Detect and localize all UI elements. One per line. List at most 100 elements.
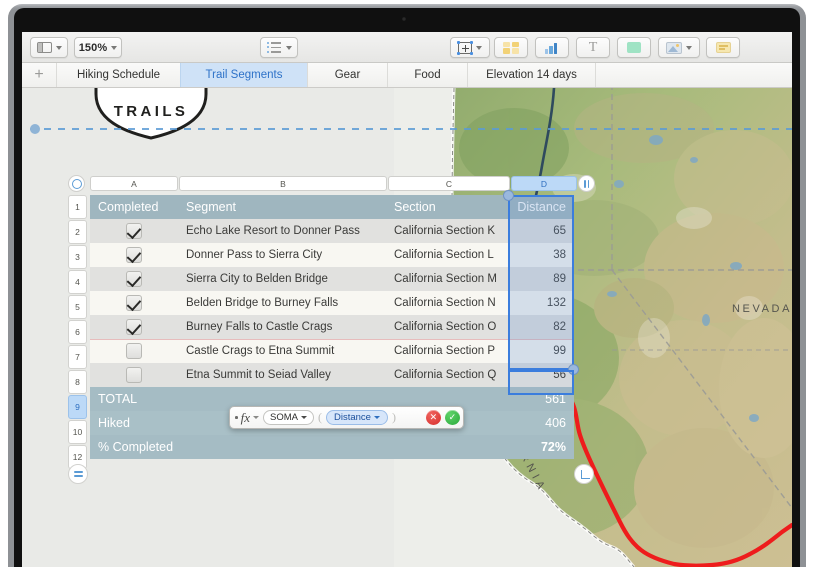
table-resize-handle[interactable] xyxy=(574,464,594,484)
cell-distance[interactable]: 65 xyxy=(508,219,574,243)
row-number-4[interactable]: 4 xyxy=(68,270,87,294)
chevron-down-icon xyxy=(476,45,482,50)
table-row[interactable]: Belden Bridge to Burney Falls California… xyxy=(90,291,574,315)
insert-button[interactable] xyxy=(450,37,490,58)
chevron-down-icon xyxy=(111,45,118,50)
webcam-icon xyxy=(402,17,406,21)
insert-chart-button[interactable] xyxy=(535,37,569,58)
cell-section[interactable]: California Section M xyxy=(386,267,508,291)
view-button[interactable] xyxy=(30,37,68,58)
insert-media-button[interactable] xyxy=(658,37,700,58)
column-header-c[interactable]: C xyxy=(388,176,510,191)
cell-section[interactable]: California Section K xyxy=(386,219,508,243)
footer-value-hiked[interactable]: 406 xyxy=(508,411,574,435)
laptop-device: 150% T + Hiking Schedule Trail Segments … xyxy=(0,0,814,567)
cell-completed[interactable] xyxy=(90,267,178,291)
cell-distance[interactable]: 99 xyxy=(508,339,574,363)
cell-segment[interactable]: Belden Bridge to Burney Falls xyxy=(178,291,386,315)
row-number-7[interactable]: 7 xyxy=(68,345,87,369)
function-name-label: SOMA xyxy=(269,412,298,423)
cell-section[interactable]: California Section N xyxy=(386,291,508,315)
chevron-down-icon[interactable] xyxy=(252,416,259,419)
checkbox-unchecked[interactable] xyxy=(126,343,142,359)
insert-text-button[interactable]: T xyxy=(576,37,610,58)
row-number-5[interactable]: 5 xyxy=(68,295,87,319)
add-sheet-button[interactable]: + xyxy=(22,63,56,87)
table-row[interactable]: Castle Crags to Etna Summit California S… xyxy=(90,339,574,363)
cell-segment[interactable]: Donner Pass to Sierra City xyxy=(178,243,386,267)
cell-completed[interactable] xyxy=(90,339,178,363)
row-number-1[interactable]: 1 xyxy=(68,195,87,219)
cell-distance[interactable]: 38 xyxy=(508,243,574,267)
row-number-6[interactable]: 6 xyxy=(68,320,87,344)
checkbox-unchecked[interactable] xyxy=(126,367,142,383)
checkbox-checked[interactable] xyxy=(126,295,142,311)
comment-icon xyxy=(715,42,731,53)
checkbox-checked[interactable] xyxy=(126,319,142,335)
tab-hiking-schedule[interactable]: Hiking Schedule xyxy=(56,63,180,87)
formula-editor[interactable]: fx SOMA ( Distance ) ✕ ✓ xyxy=(229,406,464,429)
tab-trail-segments[interactable]: Trail Segments xyxy=(180,63,307,87)
function-token[interactable]: SOMA xyxy=(262,410,314,425)
insert-table-button[interactable] xyxy=(494,37,528,58)
cell-distance[interactable]: 82 xyxy=(508,315,574,339)
screen: 150% T + Hiking Schedule Trail Segments … xyxy=(22,32,792,567)
table-row[interactable]: Burney Falls to Castle Crags California … xyxy=(90,315,574,339)
cell-segment[interactable]: Etna Summit to Seiad Valley xyxy=(178,363,386,387)
table-row[interactable]: Echo Lake Resort to Donner Pass Californ… xyxy=(90,219,574,243)
format-list-button[interactable] xyxy=(260,37,298,58)
table-footer-row[interactable]: % Completed 72% xyxy=(90,435,574,459)
cell-completed[interactable] xyxy=(90,291,178,315)
cell-distance[interactable]: 56 xyxy=(508,363,574,387)
column-header-b[interactable]: B xyxy=(179,176,387,191)
trails-logo-text: TRAILS xyxy=(114,103,189,120)
table-select-handle[interactable] xyxy=(68,175,85,192)
sheet-tab-bar: + Hiking Schedule Trail Segments Gear Fo… xyxy=(22,63,792,88)
insert-comment-button[interactable] xyxy=(706,37,740,58)
row-number-8[interactable]: 8 xyxy=(68,370,87,394)
row-number-10[interactable]: 10 xyxy=(68,420,87,444)
column-header-d[interactable]: D xyxy=(511,176,577,191)
column-resize-handle[interactable] xyxy=(578,175,595,192)
table-row[interactable]: Sierra City to Belden Bridge California … xyxy=(90,267,574,291)
checkbox-checked[interactable] xyxy=(126,247,142,263)
footer-value-total[interactable]: 561 xyxy=(508,387,574,411)
argument-token-distance[interactable]: Distance xyxy=(325,410,388,425)
tab-food[interactable]: Food xyxy=(387,63,467,87)
add-rows-button[interactable] xyxy=(68,464,88,484)
zoom-button[interactable]: 150% xyxy=(74,37,122,58)
insert-shape-button[interactable] xyxy=(617,37,651,58)
cell-completed[interactable] xyxy=(90,363,178,387)
fx-group[interactable]: fx xyxy=(235,410,259,426)
cancel-formula-button[interactable]: ✕ xyxy=(425,410,441,425)
cell-segment[interactable]: Echo Lake Resort to Donner Pass xyxy=(178,219,386,243)
cell-section[interactable]: California Section O xyxy=(386,315,508,339)
cell-completed[interactable] xyxy=(90,243,178,267)
chevron-down-icon xyxy=(373,416,380,419)
cell-distance[interactable]: 89 xyxy=(508,267,574,291)
row-number-2[interactable]: 2 xyxy=(68,220,87,244)
table-row[interactable]: Donner Pass to Sierra City California Se… xyxy=(90,243,574,267)
column-header-a[interactable]: A xyxy=(90,176,178,191)
cell-segment[interactable]: Sierra City to Belden Bridge xyxy=(178,267,386,291)
checkbox-checked[interactable] xyxy=(126,271,142,287)
cell-distance[interactable]: 132 xyxy=(508,291,574,315)
cell-section[interactable]: California Section L xyxy=(386,243,508,267)
accept-formula-button[interactable]: ✓ xyxy=(444,410,460,425)
row-number-9[interactable]: 9 xyxy=(68,395,87,419)
cell-segment[interactable]: Castle Crags to Etna Summit xyxy=(178,339,386,363)
tab-gear[interactable]: Gear xyxy=(307,63,387,87)
checkbox-checked[interactable] xyxy=(126,223,142,239)
footer-value-percent-completed[interactable]: 72% xyxy=(508,435,574,459)
tab-elevation-14-days[interactable]: Elevation 14 days xyxy=(467,63,595,87)
cell-section[interactable]: California Section Q xyxy=(386,363,508,387)
cell-completed[interactable] xyxy=(90,315,178,339)
text-icon: T xyxy=(588,39,598,55)
alignment-guide xyxy=(30,128,792,130)
table-row[interactable]: Etna Summit to Seiad Valley California S… xyxy=(90,363,574,387)
row-number-3[interactable]: 3 xyxy=(68,245,87,269)
cell-completed[interactable] xyxy=(90,219,178,243)
trails-logo[interactable]: TRAILS xyxy=(90,88,212,154)
cell-section[interactable]: California Section P xyxy=(386,339,508,363)
cell-segment[interactable]: Burney Falls to Castle Crags xyxy=(178,315,386,339)
